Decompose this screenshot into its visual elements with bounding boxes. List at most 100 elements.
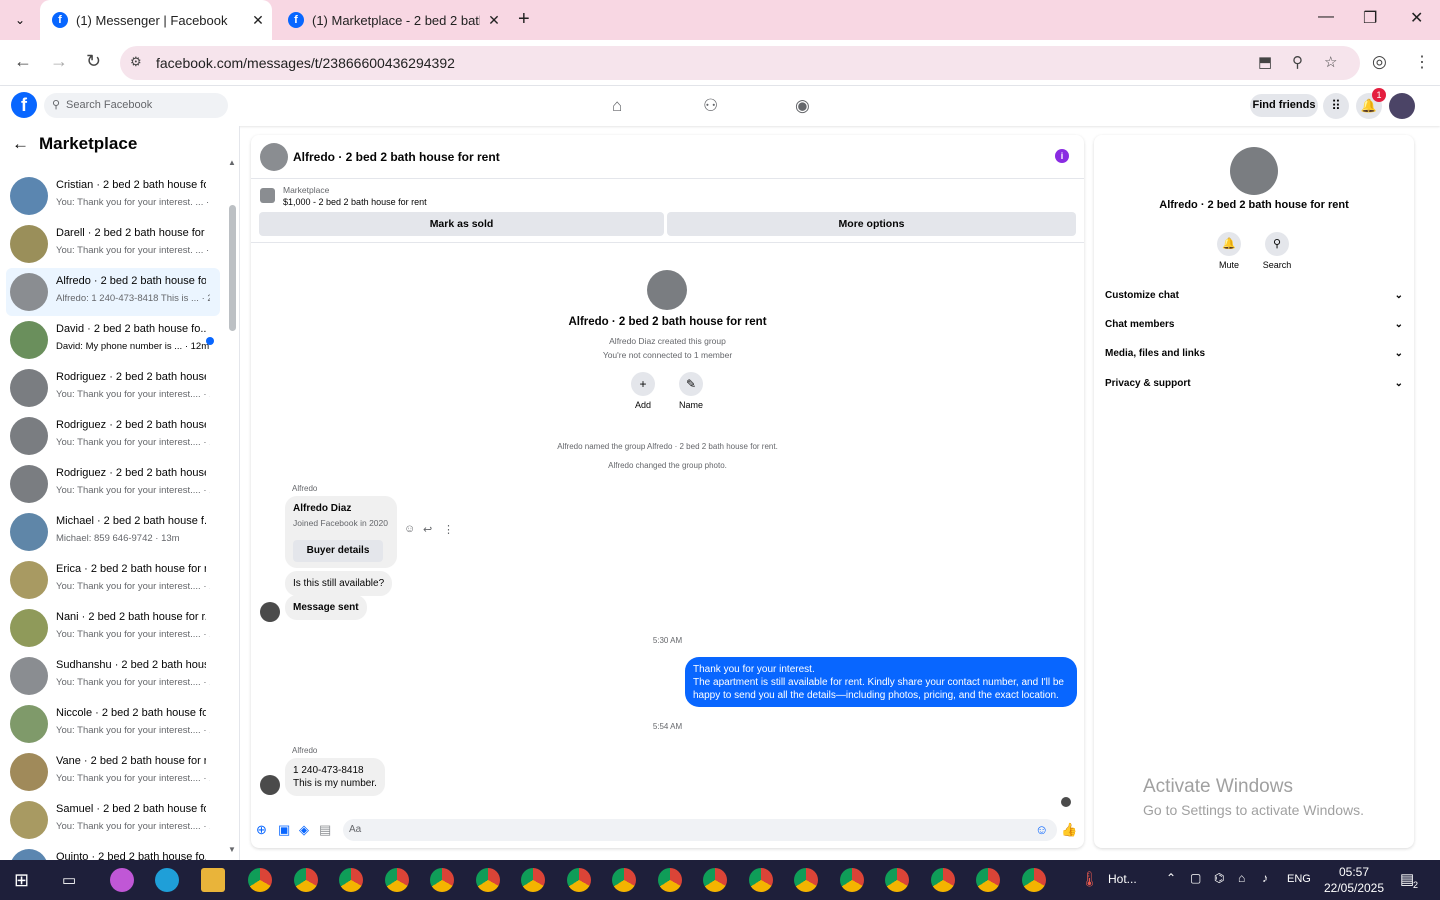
friends-icon[interactable]: ⚇ (703, 96, 718, 116)
back-arrow-icon[interactable]: ← (14, 51, 32, 72)
chrome-window-icon[interactable] (248, 868, 272, 892)
chrome-window-icon[interactable] (612, 868, 636, 892)
browser-menu-icon[interactable]: ⋮ (1414, 52, 1430, 72)
conversation-item[interactable]: David · 2 bed 2 bath house fo... David: M… (6, 316, 220, 364)
reload-icon[interactable]: ↻ (86, 51, 101, 72)
reply-icon[interactable]: ↩ (423, 523, 432, 536)
weather-icon[interactable]: 🌡 (1080, 870, 1099, 888)
conversation-item[interactable]: Nani · 2 bed 2 bath house for r... You: T… (6, 604, 220, 652)
more-options-button[interactable]: More options (667, 212, 1076, 236)
conversation-item[interactable]: Darell · 2 bed 2 bath house for ... You: … (6, 220, 220, 268)
chrome-window-icon[interactable] (566, 868, 591, 892)
zoom-icon[interactable]: ⚲ (1292, 53, 1303, 71)
message-bubble[interactable]: Message sent (285, 595, 367, 620)
new-tab-button[interactable]: + (518, 8, 530, 31)
conversation-item[interactable]: Vane · 2 bed 2 bath house for r... You: T… (6, 748, 220, 796)
message-bubble[interactable]: 1 240-473-8418 This is my number. (285, 758, 385, 796)
tab-search-chevron-icon[interactable]: ⌄ (8, 9, 32, 31)
chrome-window-icon[interactable] (703, 868, 727, 892)
wifi-icon[interactable]: ⌂ (1238, 871, 1245, 885)
chat-members-row[interactable]: Chat members ⌄ (1105, 314, 1403, 334)
chrome-window-icon[interactable] (430, 868, 454, 892)
meet-icon[interactable]: ▢ (1190, 871, 1201, 885)
info-icon[interactable]: i (1055, 149, 1069, 163)
sidebar-scrollbar[interactable] (229, 205, 236, 331)
network-tray-icon[interactable]: ⌬ (1214, 871, 1224, 885)
windows-start-icon[interactable]: ⊞ (14, 870, 34, 890)
menu-grid-icon[interactable]: ⠿ (1323, 93, 1349, 119)
back-arrow-icon[interactable]: ← (12, 134, 29, 153)
find-friends-button[interactable]: Find friends (1250, 94, 1318, 117)
chrome-window-icon[interactable] (976, 868, 1000, 892)
mute-button[interactable]: 🔔 Mute (1209, 232, 1249, 270)
tab-close-icon[interactable]: ✕ (480, 12, 508, 29)
scroll-up-arrow-icon[interactable]: ▲ (228, 158, 236, 167)
conversation-item[interactable]: Sudhanshu · 2 bed 2 bath hous... You: Tha… (6, 652, 220, 700)
maximize-button[interactable]: ❐ (1363, 8, 1377, 28)
tab-close-icon[interactable]: ✕ (244, 12, 272, 29)
chrome-window-icon[interactable] (1021, 868, 1046, 892)
profile-icon[interactable]: ◎ (1372, 52, 1387, 72)
chrome-window-icon[interactable] (748, 868, 773, 892)
message-bubble[interactable]: Is this still available? (285, 571, 393, 596)
chrome-window-icon[interactable] (930, 868, 955, 892)
chat-title[interactable]: Alfredo · 2 bed 2 bath house for rent (293, 150, 500, 164)
sticker-icon[interactable]: ◈ (299, 822, 309, 838)
tab-messenger[interactable]: f (1) Messenger | Facebook ✕ (40, 0, 272, 40)
gif-icon[interactable]: ▤ (319, 822, 331, 838)
rename-button[interactable]: ✎ Name (666, 372, 716, 410)
chrome-window-icon[interactable] (521, 868, 545, 892)
chrome-window-icon[interactable] (885, 868, 909, 892)
emoji-react-icon[interactable]: ☺ (404, 523, 415, 535)
media-files-row[interactable]: Media, files and links ⌄ (1105, 343, 1403, 363)
omnibox[interactable]: ⚙ facebook.com/messages/t/23866600436294… (120, 46, 1360, 80)
conversation-item[interactable]: Rodriguez · 2 bed 2 bath house... You: Th… (6, 412, 220, 460)
customize-chat-row[interactable]: Customize chat ⌄ (1105, 285, 1403, 305)
listing-thumbnail[interactable] (260, 188, 275, 203)
conversation-item[interactable]: Michael · 2 bed 2 bath house f... Michael… (6, 508, 220, 556)
conversation-item[interactable]: Quinto · 2 bed 2 bath house fo... (6, 844, 220, 860)
conversation-item[interactable]: Alfredo · 2 bed 2 bath house fo... Alfred… (6, 268, 220, 316)
bookmark-star-icon[interactable]: ☆ (1324, 53, 1337, 71)
conversation-item[interactable]: Samuel · 2 bed 2 bath house fo... You: Th… (6, 796, 220, 844)
message-input[interactable]: Aa (343, 819, 1057, 841)
thumbs-up-icon[interactable]: 👍 (1061, 822, 1077, 838)
account-avatar[interactable] (1389, 93, 1415, 119)
facebook-logo-icon[interactable]: f (11, 92, 37, 118)
copilot-icon[interactable] (110, 868, 134, 892)
file-explorer-icon[interactable] (201, 868, 225, 892)
conversation-item[interactable]: Rodriguez · 2 bed 2 bath house... You: Th… (6, 460, 220, 508)
chrome-window-icon[interactable] (293, 868, 318, 892)
conversation-item[interactable]: Erica · 2 bed 2 bath house for r... You: … (6, 556, 220, 604)
listing-price[interactable]: $1,000 - 2 bed 2 bath house for rent (283, 197, 427, 207)
chat-avatar[interactable] (260, 143, 288, 171)
url-text[interactable]: facebook.com/messages/t/2386660043629439… (156, 55, 455, 71)
conversation-item[interactable]: Rodriguez · 2 bed 2 bath house... You: Th… (6, 364, 220, 412)
site-info-icon[interactable]: ⚙ (130, 54, 142, 70)
window-close-button[interactable]: ✕ (1410, 8, 1423, 28)
scroll-down-arrow-icon[interactable]: ▼ (228, 845, 236, 854)
chrome-window-icon[interactable] (839, 868, 864, 892)
tray-chevron-icon[interactable]: ⌃ (1166, 871, 1176, 885)
install-app-icon[interactable]: ⬒ (1258, 53, 1272, 71)
add-member-button[interactable]: + Add (618, 372, 668, 410)
chrome-window-icon[interactable] (794, 868, 818, 892)
tab-marketplace[interactable]: f (1) Marketplace - 2 bed 2 bath ho ✕ (276, 0, 508, 40)
conversation-item[interactable]: Cristian · 2 bed 2 bath house fo... You: … (6, 172, 220, 220)
sender-avatar[interactable] (260, 775, 280, 795)
my-message-bubble[interactable]: Thank you for your interest. The apartme… (685, 657, 1077, 707)
minimize-button[interactable]: — (1318, 8, 1334, 26)
chrome-window-icon[interactable] (339, 868, 363, 892)
edge-icon[interactable] (155, 868, 179, 892)
groups-icon[interactable]: ◉ (795, 96, 810, 116)
sender-avatar[interactable] (260, 602, 280, 622)
more-actions-icon[interactable]: ⋮ (443, 523, 454, 536)
privacy-support-row[interactable]: Privacy & support ⌄ (1105, 373, 1403, 393)
photo-icon[interactable]: ▣ (278, 822, 290, 838)
task-view-icon[interactable]: ▭ (62, 871, 76, 889)
forward-arrow-icon[interactable]: → (50, 51, 68, 72)
chrome-window-icon[interactable] (384, 868, 409, 892)
search-button[interactable]: ⚲ Search (1257, 232, 1297, 270)
weather-text[interactable]: Hot... (1108, 872, 1137, 886)
buyer-details-button[interactable]: Buyer details (293, 540, 383, 562)
